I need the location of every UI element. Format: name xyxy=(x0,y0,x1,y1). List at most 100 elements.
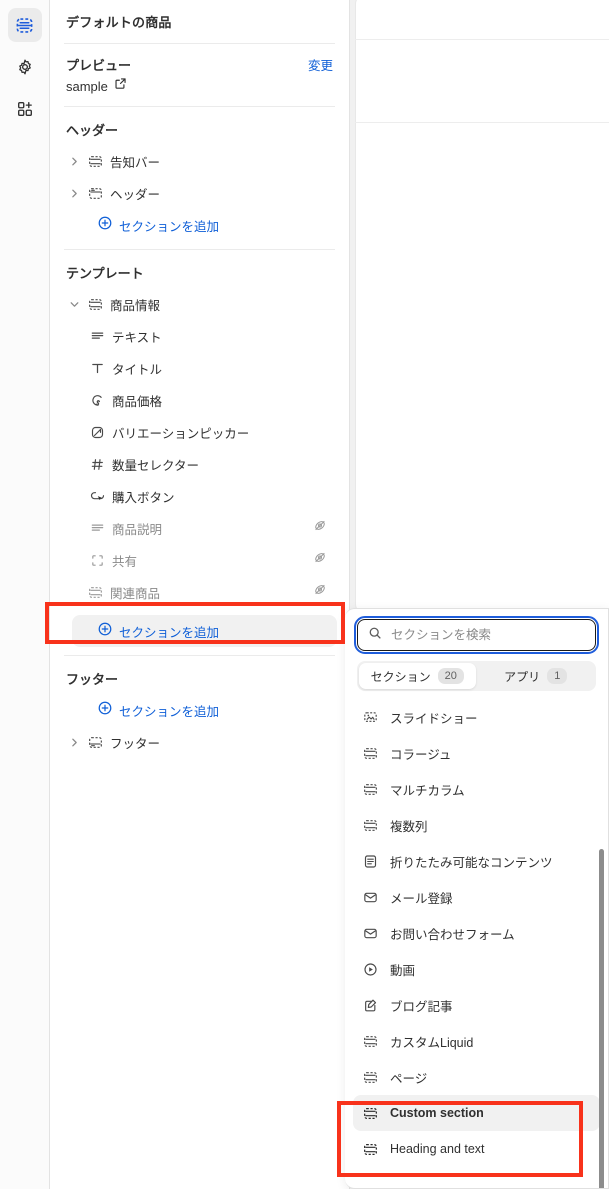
section-block-icon xyxy=(361,1142,379,1157)
slideshow-icon xyxy=(361,710,379,725)
tree-node-label: フッター xyxy=(110,736,161,751)
tree-node-buy-button[interactable]: 購入ボタン xyxy=(62,480,337,512)
tab-count-badge: 20 xyxy=(437,668,464,684)
tree-node-announcement-bar[interactable]: 告知バー xyxy=(62,145,337,177)
chevron-right-icon[interactable] xyxy=(64,737,84,748)
tree-node-label: 数量セレクター xyxy=(112,458,200,473)
external-link-icon[interactable] xyxy=(114,77,127,95)
tree-node-share[interactable]: 共有 xyxy=(62,544,337,576)
preview-value: sample xyxy=(66,78,108,94)
text-lines-icon xyxy=(86,521,108,536)
preview-row: プレビュー 変更 xyxy=(62,44,337,74)
chevron-right-icon[interactable] xyxy=(64,156,84,167)
list-item-label: Heading and text xyxy=(390,1142,485,1156)
list-item-video[interactable]: 動画 xyxy=(353,951,600,987)
collapsible-content-icon xyxy=(361,854,379,869)
group-title-footer: フッター xyxy=(66,672,119,687)
video-play-icon xyxy=(361,962,379,977)
list-item-label: マルチカラム xyxy=(390,783,465,798)
search-wrapper xyxy=(345,609,608,657)
rail-item-apps[interactable] xyxy=(8,92,42,126)
list-item-custom-section[interactable]: Custom section xyxy=(353,1095,600,1131)
tree-node-label: 共有 xyxy=(112,554,138,569)
add-section-template-button[interactable]: セクションを追加 xyxy=(72,615,337,647)
list-item-label: 複数列 xyxy=(390,819,428,834)
list-item-label: ブログ記事 xyxy=(390,999,453,1014)
list-item-collapsible-content[interactable]: 折りたたみ可能なコンテンツ xyxy=(353,843,600,879)
tree-node-label: タイトル xyxy=(112,362,163,377)
hidden-eye-slash-icon[interactable] xyxy=(313,519,327,538)
tree-node-related-products[interactable]: 関連商品 xyxy=(62,576,337,608)
share-brackets-icon xyxy=(86,553,108,568)
add-section-footer-button[interactable]: セクションを追加 xyxy=(62,694,337,726)
apps-add-icon xyxy=(16,100,34,118)
list-item-label: メール登録 xyxy=(390,891,453,906)
add-section-label: セクションを追加 xyxy=(119,704,220,719)
list-item-email-signup[interactable]: メール登録 xyxy=(353,879,600,915)
list-item-collage[interactable]: コラージュ xyxy=(353,735,600,771)
list-item-multiple-rows[interactable]: 複数列 xyxy=(353,807,600,843)
list-item-label: カスタムLiquid xyxy=(390,1035,474,1050)
tree-node-label: 告知バー xyxy=(110,155,161,170)
tree-node-footer[interactable]: フッター xyxy=(62,726,337,758)
preview-label: プレビュー xyxy=(66,58,132,73)
section-list-scrollbar[interactable] xyxy=(599,849,604,1188)
add-section-label: セクションを追加 xyxy=(119,219,220,234)
tree-node-label: 購入ボタン xyxy=(112,490,175,505)
tree-node-quantity-selector[interactable]: 数量セレクター xyxy=(62,448,337,480)
hidden-eye-slash-icon[interactable] xyxy=(313,551,327,570)
add-section-header-button[interactable]: セクションを追加 xyxy=(62,209,337,241)
preview-change-link[interactable]: 変更 xyxy=(308,55,333,74)
section-block-icon xyxy=(84,297,106,312)
list-item-label: お問い合わせフォーム xyxy=(390,927,515,942)
tree-node-product-price[interactable]: 商品価格 xyxy=(62,384,337,416)
canvas-rule-2 xyxy=(355,122,609,123)
tree-node-label: テキスト xyxy=(112,330,162,345)
search-input[interactable] xyxy=(391,628,585,642)
canvas-rule-1 xyxy=(355,39,609,40)
search-box[interactable] xyxy=(354,616,599,654)
tree-node-variant-picker[interactable]: バリエーションピッカー xyxy=(62,416,337,448)
quantity-hash-icon xyxy=(86,457,108,472)
plus-circle-icon xyxy=(98,701,112,720)
chevron-right-icon[interactable] xyxy=(64,188,84,199)
list-item-slideshow[interactable]: スライドショー xyxy=(353,699,600,735)
blog-post-icon xyxy=(361,998,379,1013)
list-item-label: スライドショー xyxy=(390,711,478,726)
plus-circle-icon xyxy=(98,622,112,641)
list-item-heading-and-text[interactable]: Heading and text xyxy=(353,1131,600,1167)
list-item-custom-liquid[interactable]: カスタムLiquid xyxy=(353,1023,600,1059)
page-title: デフォルトの商品 xyxy=(66,15,172,30)
tree-node-title[interactable]: タイトル xyxy=(62,352,337,384)
title-t-icon xyxy=(86,361,108,376)
email-icon xyxy=(361,890,379,905)
hidden-eye-slash-icon[interactable] xyxy=(313,583,327,602)
list-item-contact-form[interactable]: お問い合わせフォーム xyxy=(353,915,600,951)
section-block-icon xyxy=(361,1070,379,1085)
theme-editor-screen: デフォルトの商品 プレビュー 変更 sample ヘッダー 告知バー ヘッダー … xyxy=(0,0,609,1189)
tree-node-label: ヘッダー xyxy=(110,187,161,202)
list-item-page[interactable]: ページ xyxy=(353,1059,600,1095)
tab-count-badge: 1 xyxy=(547,668,568,684)
list-item-label: ページ xyxy=(390,1071,428,1086)
list-item-multicolumn[interactable]: マルチカラム xyxy=(353,771,600,807)
chevron-down-icon[interactable] xyxy=(64,299,84,310)
section-block-icon xyxy=(84,585,106,600)
tree-node-product-information[interactable]: 商品情報 xyxy=(62,288,337,320)
tree-node-text[interactable]: テキスト xyxy=(62,320,337,352)
list-item-label: コラージュ xyxy=(390,747,452,762)
list-item-blog-post[interactable]: ブログ記事 xyxy=(353,987,600,1023)
tree-node-label: 商品情報 xyxy=(110,298,161,313)
rail-item-settings[interactable] xyxy=(8,50,42,84)
add-section-label: セクションを追加 xyxy=(119,625,220,640)
tree-node-product-description[interactable]: 商品説明 xyxy=(62,512,337,544)
sections-tree-panel: デフォルトの商品 プレビュー 変更 sample ヘッダー 告知バー ヘッダー … xyxy=(50,0,350,1189)
section-block-icon xyxy=(361,818,379,833)
search-icon xyxy=(368,626,382,645)
preview-value-row[interactable]: sample xyxy=(62,74,337,106)
tab-apps[interactable]: アプリ 1 xyxy=(478,663,595,689)
tree-node-label: 商品説明 xyxy=(112,522,163,537)
rail-item-sections[interactable] xyxy=(7,8,42,42)
tab-sections[interactable]: セクション 20 xyxy=(359,663,476,689)
tree-node-header[interactable]: ヘッダー xyxy=(62,177,337,209)
